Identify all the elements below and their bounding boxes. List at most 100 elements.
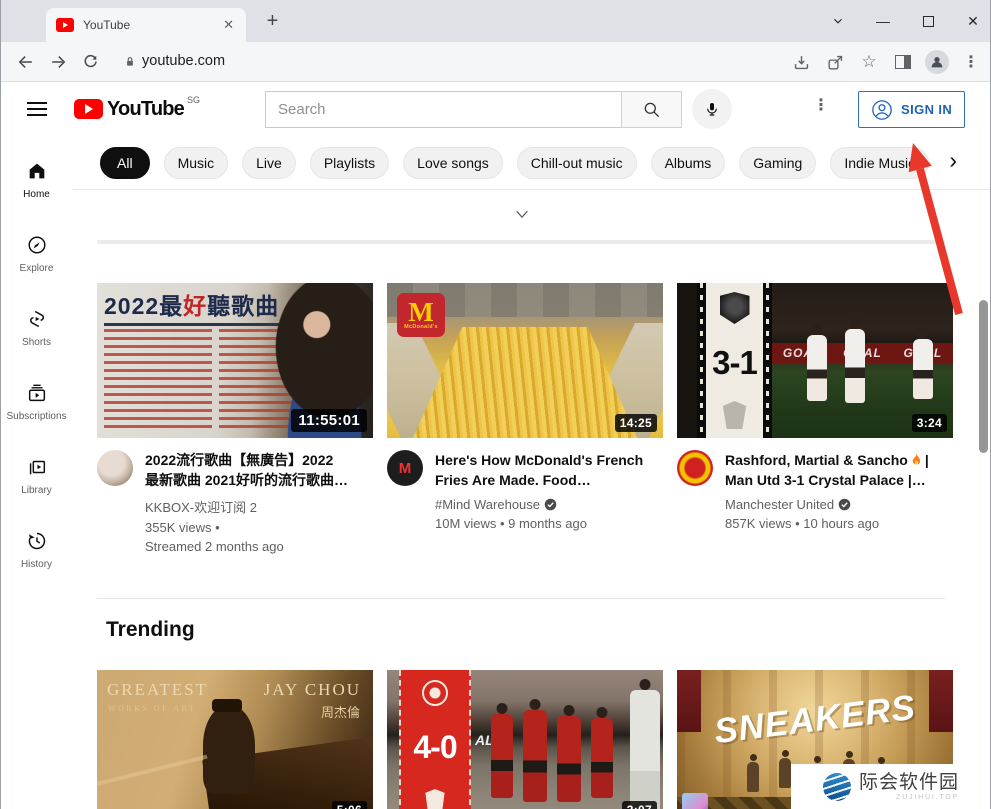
player-figure bbox=[807, 335, 827, 401]
bookmark-star-icon[interactable]: ☆ bbox=[857, 50, 881, 74]
verified-badge-icon bbox=[838, 498, 851, 511]
video-thumbnail[interactable]: GREATEST WORKS OF ART JAY CHOU 周杰倫 5:06 bbox=[97, 670, 373, 809]
video-thumbnail[interactable]: M McDonald's 14:25 bbox=[387, 283, 663, 438]
channel-name[interactable]: KKBOX-欢迎订阅 2 bbox=[145, 497, 348, 516]
video-age: Streamed 2 months ago bbox=[145, 539, 348, 554]
man-utd-crest bbox=[720, 292, 750, 324]
sign-in-button[interactable]: SIGN IN bbox=[858, 91, 965, 128]
browser-menu-icon[interactable]: ⋮ bbox=[959, 50, 983, 74]
youtube-logo[interactable]: YouTube SG bbox=[74, 98, 200, 120]
new-tab-button[interactable]: + bbox=[262, 11, 283, 32]
fries-conveyor bbox=[413, 327, 637, 438]
browser-tab[interactable]: YouTube ✕ bbox=[46, 8, 246, 42]
video-title-line2[interactable]: Fries Are Made. Food… bbox=[435, 470, 643, 490]
watermark-domain: ZUJIHUI.TOP bbox=[896, 794, 959, 801]
sidebar-item-explore[interactable]: Explore bbox=[0, 217, 73, 291]
guide-menu-icon[interactable] bbox=[27, 102, 47, 116]
maximize-button[interactable] bbox=[920, 13, 936, 29]
chip-live[interactable]: Live bbox=[242, 147, 296, 179]
chip-love-songs[interactable]: Love songs bbox=[403, 147, 503, 179]
trending-section-title: Trending bbox=[106, 618, 195, 642]
address-bar[interactable]: youtube.com bbox=[142, 42, 225, 81]
sidebar-item-shorts[interactable]: Shorts bbox=[0, 291, 73, 365]
video-title-line2[interactable]: Man Utd 3-1 Crystal Palace |… bbox=[725, 470, 929, 490]
sidebar-item-history[interactable]: History bbox=[0, 513, 73, 587]
video-card[interactable]: GREATEST WORKS OF ART JAY CHOU 周杰倫 5:06 bbox=[97, 670, 373, 809]
filter-chips-bar: All Music Live Playlists Love songs Chil… bbox=[73, 137, 991, 190]
channel-name[interactable]: Manchester United bbox=[725, 497, 929, 512]
player-figure bbox=[523, 710, 547, 802]
dancer-figure bbox=[747, 762, 759, 792]
home-icon bbox=[26, 160, 48, 182]
video-card[interactable]: 2022最好聽歌曲 11:55:01 2022流行歌曲【無廣告】2022 最新歌… bbox=[97, 283, 373, 554]
graffiti-title: SNEAKERS bbox=[691, 685, 938, 754]
video-title[interactable]: Here's How McDonald's French bbox=[435, 450, 643, 470]
video-thumbnail[interactable]: GOALGOALGOAL 3-1 3:24 bbox=[677, 283, 953, 438]
crystal-palace-crest bbox=[722, 401, 748, 429]
scrollbar-thumb[interactable] bbox=[979, 300, 988, 453]
chip-all[interactable]: All bbox=[100, 147, 150, 179]
cover-subheading: WORKS OF ART bbox=[108, 704, 196, 713]
video-views: 10M views • 9 months ago bbox=[435, 516, 643, 531]
score-band: 3-1 bbox=[706, 283, 763, 438]
sidebar-item-home[interactable]: Home bbox=[0, 143, 73, 217]
side-panel-icon[interactable] bbox=[891, 50, 915, 74]
chip-indie-music[interactable]: Indie Music bbox=[830, 147, 929, 179]
video-thumbnail[interactable]: AL 4-0 3:07 bbox=[387, 670, 663, 809]
browser-profile-avatar[interactable] bbox=[925, 50, 949, 74]
minimize-button[interactable]: — bbox=[875, 13, 891, 29]
back-button[interactable] bbox=[14, 50, 38, 74]
search-button[interactable] bbox=[621, 91, 682, 128]
chip-gaming[interactable]: Gaming bbox=[739, 147, 816, 179]
section-divider bbox=[97, 598, 945, 599]
chip-music[interactable]: Music bbox=[164, 147, 229, 179]
settings-menu-icon[interactable]: ⋮ bbox=[813, 95, 829, 115]
chip-playlists[interactable]: Playlists bbox=[310, 147, 389, 179]
youtube-header: YouTube SG ⋮ SIGN IN bbox=[0, 82, 991, 137]
channel-avatar[interactable]: M bbox=[387, 450, 423, 486]
forward-button[interactable] bbox=[46, 50, 70, 74]
duration-badge: 14:25 bbox=[615, 414, 657, 432]
browser-titlebar: YouTube ✕ + — ✕ bbox=[0, 0, 991, 42]
duration-badge: 11:55:01 bbox=[291, 409, 367, 432]
verified-badge-icon bbox=[544, 498, 557, 511]
player-figure bbox=[557, 716, 581, 802]
channel-avatar[interactable] bbox=[97, 450, 133, 486]
lock-icon[interactable] bbox=[118, 50, 142, 74]
reload-button[interactable] bbox=[78, 50, 102, 74]
video-card[interactable]: AL 4-0 3:07 bbox=[387, 670, 663, 809]
video-meta: Rashford, Martial & Sancho | Man Utd 3-1… bbox=[677, 450, 953, 531]
youtube-favicon-icon bbox=[56, 18, 74, 32]
channel-avatar[interactable] bbox=[677, 450, 713, 486]
chips-next-chevron-icon[interactable]: › bbox=[949, 147, 957, 174]
globe-logo-icon bbox=[823, 773, 851, 801]
video-title[interactable]: Rashford, Martial & Sancho | bbox=[725, 450, 929, 470]
download-icon[interactable] bbox=[789, 50, 813, 74]
tab-search-chevron-icon[interactable] bbox=[830, 13, 846, 29]
player-figure bbox=[591, 718, 613, 798]
browser-toolbar: youtube.com ☆ ⋮ bbox=[0, 42, 991, 82]
tab-close-icon[interactable]: ✕ bbox=[221, 17, 236, 33]
liverpool-crest bbox=[423, 789, 447, 809]
artist-name: JAY CHOU bbox=[264, 680, 361, 700]
video-title-line2[interactable]: 最新歌曲 2021好听的流行歌曲… bbox=[145, 470, 348, 490]
collapse-shelf-chevron-icon[interactable] bbox=[514, 207, 530, 225]
video-card[interactable]: GOALGOALGOAL 3-1 3:24 bbox=[677, 283, 953, 554]
logo-region-code: SG bbox=[187, 95, 200, 105]
duration-badge: 5:06 bbox=[332, 801, 367, 809]
video-meta: M Here's How McDonald's French Fries Are… bbox=[387, 450, 663, 531]
chip-chill-out-music[interactable]: Chill-out music bbox=[517, 147, 637, 179]
chip-albums[interactable]: Albums bbox=[651, 147, 726, 179]
score-text: 4-0 bbox=[413, 729, 456, 766]
duration-badge: 3:24 bbox=[912, 414, 947, 432]
close-window-button[interactable]: ✕ bbox=[965, 13, 981, 29]
video-card[interactable]: M McDonald's 14:25 M Here's How McDonald… bbox=[387, 283, 663, 554]
channel-name[interactable]: #Mind Warehouse bbox=[435, 497, 643, 512]
sidebar-item-library[interactable]: Library bbox=[0, 439, 73, 513]
video-thumbnail[interactable]: 2022最好聽歌曲 11:55:01 bbox=[97, 283, 373, 438]
voice-search-icon[interactable] bbox=[692, 89, 732, 129]
video-title[interactable]: 2022流行歌曲【無廣告】2022 bbox=[145, 450, 348, 470]
share-icon[interactable] bbox=[823, 50, 847, 74]
search-input[interactable] bbox=[265, 91, 621, 128]
sidebar-item-subscriptions[interactable]: Subscriptions bbox=[0, 365, 73, 439]
